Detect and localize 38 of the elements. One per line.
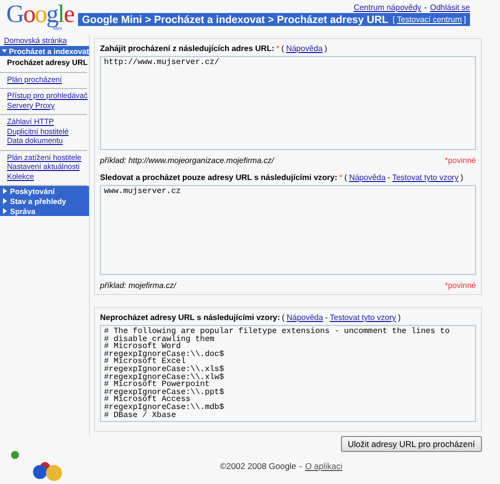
breadcrumb: Google Mini > Procházet a indexovat > Procházet adresy URL [82,14,388,26]
bracket: ( [282,313,285,322]
logo-wordmark: Google [6,3,74,27]
bracket: ( [344,173,348,182]
required-note: *povinné [444,156,476,165]
example-text: příklad: mojefirma.cz/ [100,281,176,290]
separator: - [325,313,328,322]
required-mark: * [276,44,280,53]
pattern-textarea[interactable]: # The following are popular filetype extensions - uncomment the lines to # disable crawling them # Microsoft Word #regexpIgnoreCase:\\.doc$ # Microsoft Excel #regexpIgnoreCase:\\.xls$ #regexpIgnoreCase:\\.xlw$ # Microsoft Powerpoint #regexpIgnoreCase:\\.ppt$ # Microsoft Access #regexpIgnoreCase:\\.mdb$ # DBase / Xbase [100,325,476,422]
header-link[interactable]: Centrum nápovědy [354,3,422,13]
expanded-arrow-icon [2,48,7,54]
example-text: příklad: http://www.mojeorganizace.mojefirma.cz/ [100,156,274,165]
save-button[interactable]: Uložit adresy URL pro procházení [340,436,482,452]
field-label: Neprocházet adresy URL s následujícími vzory: [100,313,280,322]
bracket: ( [281,44,284,53]
separator: - [388,173,390,182]
about-link[interactable]: O aplikaci [305,461,342,471]
pattern-textarea[interactable]: http://www.mujserver.cz/ [100,56,476,150]
help-link[interactable]: Nápověda [286,44,323,53]
separator: - [424,3,427,13]
help-link[interactable]: Nápověda [286,313,324,322]
separator: - [299,461,302,471]
test-center-link[interactable]: Testovací centrum [396,15,462,24]
copyright-text: ©2002 2008 Google [220,461,296,471]
bracket: ) [324,44,328,53]
bracket: ) [398,313,401,322]
bracket: [ [392,15,395,24]
help-link[interactable]: Testovat tyto vzory [392,173,458,182]
required-note: *povinné [444,281,476,290]
field-label: Zahájit procházení z následujících adres URL: [100,44,274,53]
help-link[interactable]: Testovat tyto vzory [330,313,396,322]
field-label: Sledovat a procházet pouze adresy URL s následujícími vzory: [100,173,338,182]
bracket: ) [460,173,464,182]
pattern-textarea[interactable]: www.mujserver.cz [100,185,476,275]
header-link[interactable]: Odhlásit se [430,3,470,13]
required-mark: * [339,173,342,182]
help-link[interactable]: Nápověda [349,173,386,182]
bracket: ] [464,15,466,24]
